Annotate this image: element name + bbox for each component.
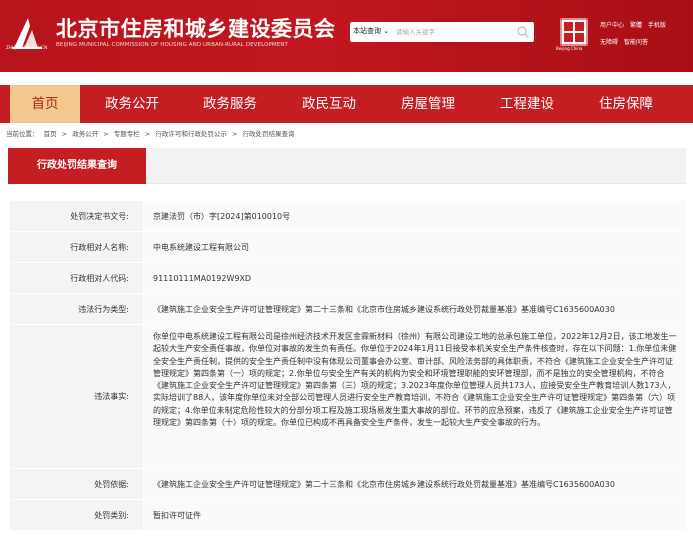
row-label: 处罚依据: — [10, 469, 143, 499]
search-scope-select[interactable]: 本站查询 ⌄ — [353, 26, 389, 36]
row-value: 《建筑施工企业安全生产许可证管理规定》第二十三条和《北京市住房城乡建设系统行政处… — [144, 294, 685, 324]
nav-item-home[interactable]: 首页 — [10, 85, 80, 123]
seal-label: Beijing China — [556, 46, 583, 51]
beijing-seal-icon — [560, 18, 588, 46]
tab-penalty-results[interactable]: 行政处罚结果查询 — [8, 148, 146, 184]
table-row: 处罚决定书文号: 京建法罚（市）字[2024]第010010号 — [10, 201, 685, 232]
row-label: 处罚类别: — [10, 500, 143, 530]
nav-item-gov-services[interactable]: 政务服务 — [186, 85, 274, 123]
row-value: 你单位中电系统建设工程有限公司是徐州经济技术开发区金霖新材料（徐州）有限公司建设… — [144, 325, 685, 468]
table-row: 违法事实: 你单位中电系统建设工程有限公司是徐州经济技术开发区金霖新材料（徐州）… — [10, 325, 685, 469]
row-label: 行政相对人代码: — [10, 263, 143, 293]
row-label: 违法行为类型: — [10, 294, 143, 324]
site-title[interactable]: 北京市住房和城乡建设委员会 — [56, 13, 336, 43]
accessibility-link[interactable]: 无障碍 — [600, 39, 618, 46]
nav-item-interaction[interactable]: 政民互动 — [285, 85, 373, 123]
table-row: 违法行为类型: 《建筑施工企业安全生产许可证管理规定》第二十三条和《北京市住房城… — [10, 294, 685, 325]
breadcrumb-sep: > — [144, 130, 151, 138]
table-row: 行政相对人代码: 91110111MA0192W9XD — [10, 263, 685, 294]
nav-item-housing-security[interactable]: 住房保障 — [582, 85, 670, 123]
breadcrumb-home[interactable]: 首页 — [44, 130, 57, 138]
table-row: 行政相对人名称: 中电系统建设工程有限公司 — [10, 232, 685, 263]
smart-qa-link[interactable]: 智能问答 — [624, 39, 648, 46]
breadcrumb-sep: > — [61, 130, 68, 138]
section-header: 行政处罚结果查询 — [8, 148, 686, 184]
nav-item-construction[interactable]: 工程建设 — [483, 85, 571, 123]
user-center-link[interactable]: 用户中心 — [600, 22, 624, 29]
row-value: 京建法罚（市）字[2024]第010010号 — [144, 201, 685, 231]
row-value: 《建筑施工企业安全生产许可证管理规定》第二十三条和《北京市住房城乡建设系统行政处… — [144, 469, 685, 499]
table-row: 处罚类别: 暂扣许可证件 — [10, 500, 685, 531]
row-value: 91110111MA0192W9XD — [144, 263, 685, 293]
search-icon[interactable] — [516, 25, 530, 39]
breadcrumb-prefix: 当前位置： — [6, 130, 39, 138]
site-title-en: BEIJING MUNICIPAL COMMISSION OF HOUSING … — [56, 42, 289, 48]
search-box: 本站查询 ⌄ — [350, 22, 534, 42]
nav-item-gov-affairs-open[interactable]: 政务公开 — [88, 85, 176, 123]
logo-domain: ZHUJIANWEI.GOV.CN — [6, 45, 48, 50]
utility-links-2: 无障碍 智能问答 — [600, 37, 652, 46]
breadcrumb-gov-open[interactable]: 政务公开 — [72, 130, 98, 138]
breadcrumb-license-penalty[interactable]: 行政许可和行政处罚公示 — [155, 130, 227, 138]
site-header: ZHUJIANWEI.GOV.CN 北京市住房和城乡建设委员会 BEIJING … — [0, 0, 693, 72]
row-label: 行政相对人名称: — [10, 232, 143, 262]
row-label: 处罚决定书文号: — [10, 201, 143, 231]
row-value: 中电系统建设工程有限公司 — [144, 232, 685, 262]
mobile-version-link[interactable]: 手机版 — [648, 22, 666, 29]
chevron-down-icon: ⌄ — [383, 27, 390, 35]
table-row: 处罚依据: 《建筑施工企业安全生产许可证管理规定》第二十三条和《北京市住房城乡建… — [10, 469, 685, 500]
traditional-chinese-link[interactable]: 繁體 — [630, 22, 642, 29]
row-value: 暂扣许可证件 — [144, 500, 685, 530]
breadcrumb: 当前位置： 首页 > 政务公开 > 专题专栏 > 行政许可和行政处罚公示 > 行… — [6, 128, 298, 138]
row-label: 违法事实: — [10, 325, 143, 468]
search-scope-label: 本站查询 — [353, 27, 381, 35]
breadcrumb-sep: > — [103, 130, 109, 138]
breadcrumb-sep: > — [231, 130, 238, 138]
main-nav: 首页 政务公开 政务服务 政民互动 房屋管理 工程建设 住房保障 — [0, 85, 693, 123]
penalty-detail-table: 处罚决定书文号: 京建法罚（市）字[2024]第010010号 行政相对人名称:… — [10, 201, 685, 531]
breadcrumb-current[interactable]: 行政处罚结果查询 — [243, 130, 295, 138]
search-input[interactable] — [396, 25, 512, 39]
utility-links: 用户中心 繁體 手机版 — [600, 20, 670, 29]
breadcrumb-topics[interactable]: 专题专栏 — [114, 130, 140, 138]
nav-item-housing[interactable]: 房屋管理 — [384, 85, 472, 123]
